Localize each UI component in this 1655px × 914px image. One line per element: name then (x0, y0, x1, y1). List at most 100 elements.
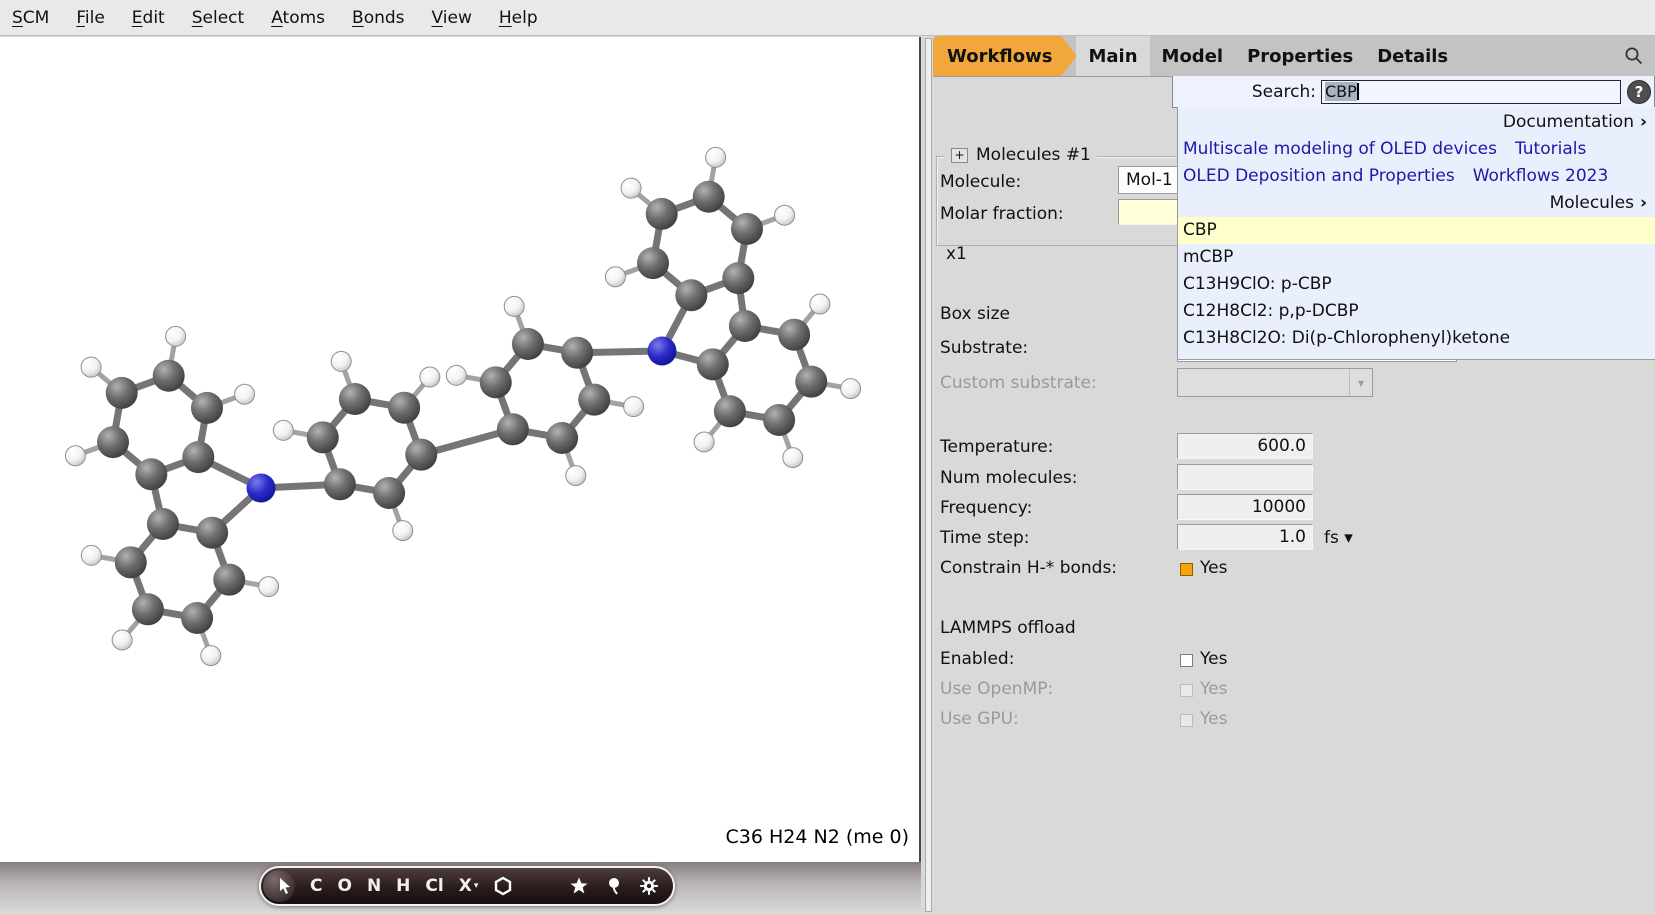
structures-tool-icon[interactable] (569, 876, 589, 896)
carbon-atom[interactable] (675, 279, 707, 311)
hydrogen-atom[interactable] (393, 521, 413, 541)
carbon-atom[interactable] (497, 413, 529, 445)
carbon-atom[interactable] (546, 422, 578, 454)
carbon-atom[interactable] (182, 441, 214, 473)
frequency-input[interactable]: 10000 (1177, 494, 1313, 520)
carbon-atom[interactable] (373, 477, 405, 509)
hydrogen-atom[interactable] (259, 577, 279, 597)
element-x-button[interactable]: X▾ (459, 878, 479, 895)
carbon-atom[interactable] (388, 392, 420, 424)
hydrogen-atom[interactable] (605, 267, 625, 287)
hydrogen-atom[interactable] (841, 379, 861, 399)
carbon-atom[interactable] (731, 213, 763, 245)
nitrogen-atom[interactable] (247, 474, 276, 503)
carbon-atom[interactable] (693, 181, 725, 213)
menu-item-view[interactable]: View (432, 8, 472, 28)
hydrogen-atom[interactable] (446, 365, 466, 385)
settings-gear-icon[interactable] (639, 876, 659, 896)
tab-properties[interactable]: Properties (1235, 36, 1365, 76)
carbon-atom[interactable] (778, 319, 810, 351)
add-molecule-button[interactable]: + (951, 148, 968, 163)
num-molecules-input[interactable] (1177, 464, 1313, 490)
carbon-atom[interactable] (339, 383, 371, 415)
hydrogen-atom[interactable] (201, 646, 221, 666)
hydrogen-atom[interactable] (810, 294, 830, 314)
menu-item-select[interactable]: Select (192, 8, 244, 28)
carbon-atom[interactable] (637, 247, 669, 279)
hydrogen-atom[interactable] (81, 545, 101, 565)
menu-item-bonds[interactable]: Bonds (352, 8, 405, 28)
hydrogen-atom[interactable] (783, 448, 803, 468)
search-input[interactable]: CBP (1321, 80, 1621, 104)
ring-tool-icon[interactable] (493, 876, 513, 896)
tab-workflows[interactable]: Workflows (933, 36, 1076, 76)
hydrogen-atom[interactable] (775, 205, 795, 225)
carbon-atom[interactable] (405, 439, 437, 471)
carbon-atom[interactable] (795, 366, 827, 398)
hydrogen-atom[interactable] (166, 326, 186, 346)
panel-splitter[interactable] (925, 38, 932, 912)
dropdown-item[interactable]: C13H9ClO: p-CBP (1178, 271, 1655, 298)
carbon-atom[interactable] (714, 395, 746, 427)
nitrogen-atom[interactable] (648, 337, 677, 366)
hydrogen-atom[interactable] (420, 367, 440, 387)
search-icon[interactable] (1623, 45, 1645, 72)
dropdown-section-molecules[interactable]: Molecules› (1178, 190, 1655, 217)
dropdown-link[interactable]: OLED Deposition and Properties (1183, 166, 1455, 186)
tab-details[interactable]: Details (1365, 36, 1460, 76)
dropdown-section-documentation[interactable]: Documentation› (1178, 109, 1655, 136)
constrain-bonds-checkbox[interactable] (1180, 563, 1193, 576)
time-step-unit-dropdown[interactable]: fs ▾ (1324, 528, 1353, 548)
balloon-tool-icon[interactable] (604, 876, 624, 896)
hydrogen-atom[interactable] (621, 178, 641, 198)
hydrogen-atom[interactable] (504, 296, 524, 316)
carbon-atom[interactable] (181, 602, 213, 634)
tab-main[interactable]: Main (1076, 36, 1149, 76)
hydrogen-atom[interactable] (81, 357, 101, 377)
menu-item-help[interactable]: Help (499, 8, 538, 28)
dropdown-item[interactable]: mCBP (1178, 244, 1655, 271)
carbon-atom[interactable] (307, 421, 339, 453)
carbon-atom[interactable] (697, 348, 729, 380)
pointer-tool-icon[interactable] (275, 876, 295, 896)
carbon-atom[interactable] (135, 458, 167, 490)
element-o-button[interactable]: O (337, 878, 351, 895)
dropdown-item[interactable]: C13H8Cl2O: Di(p-Chlorophenyl)ketone (1178, 325, 1655, 352)
enabled-checkbox[interactable] (1180, 654, 1193, 667)
hydrogen-atom[interactable] (112, 630, 132, 650)
hydrogen-atom[interactable] (706, 147, 726, 167)
dropdown-item[interactable]: CBP (1178, 217, 1655, 244)
carbon-atom[interactable] (646, 198, 678, 230)
temperature-input[interactable]: 600.0 (1177, 433, 1313, 459)
carbon-atom[interactable] (213, 564, 245, 596)
carbon-atom[interactable] (147, 508, 179, 540)
hydrogen-atom[interactable] (566, 466, 586, 486)
hydrogen-atom[interactable] (273, 420, 293, 440)
help-button[interactable]: ? (1627, 80, 1651, 104)
carbon-atom[interactable] (115, 546, 147, 578)
dropdown-item[interactable]: C12H8Cl2: p,p-DCBP (1178, 298, 1655, 325)
carbon-atom[interactable] (578, 384, 610, 416)
element-c-button[interactable]: C (310, 878, 322, 895)
hydrogen-atom[interactable] (331, 351, 351, 371)
carbon-atom[interactable] (196, 517, 228, 549)
menu-item-edit[interactable]: Edit (132, 8, 165, 28)
carbon-atom[interactable] (722, 262, 754, 294)
carbon-atom[interactable] (729, 310, 761, 342)
hydrogen-atom[interactable] (65, 446, 85, 466)
carbon-atom[interactable] (324, 468, 356, 500)
molecule-viewer[interactable]: C36 H24 N2 (me 0) (0, 37, 921, 862)
menu-item-file[interactable]: File (76, 8, 104, 28)
time-step-input[interactable]: 1.0 (1177, 524, 1313, 550)
carbon-atom[interactable] (512, 328, 544, 360)
hydrogen-atom[interactable] (694, 432, 714, 452)
dropdown-link[interactable]: Tutorials (1515, 139, 1586, 159)
hydrogen-atom[interactable] (235, 384, 255, 404)
molecule-3d-model[interactable] (0, 37, 919, 860)
carbon-atom[interactable] (106, 377, 138, 409)
menu-item-scm[interactable]: SCM (12, 8, 49, 28)
carbon-atom[interactable] (480, 366, 512, 398)
element-n-button[interactable]: N (367, 878, 381, 895)
carbon-atom[interactable] (132, 593, 164, 625)
element-cl-button[interactable]: Cl (425, 878, 443, 895)
